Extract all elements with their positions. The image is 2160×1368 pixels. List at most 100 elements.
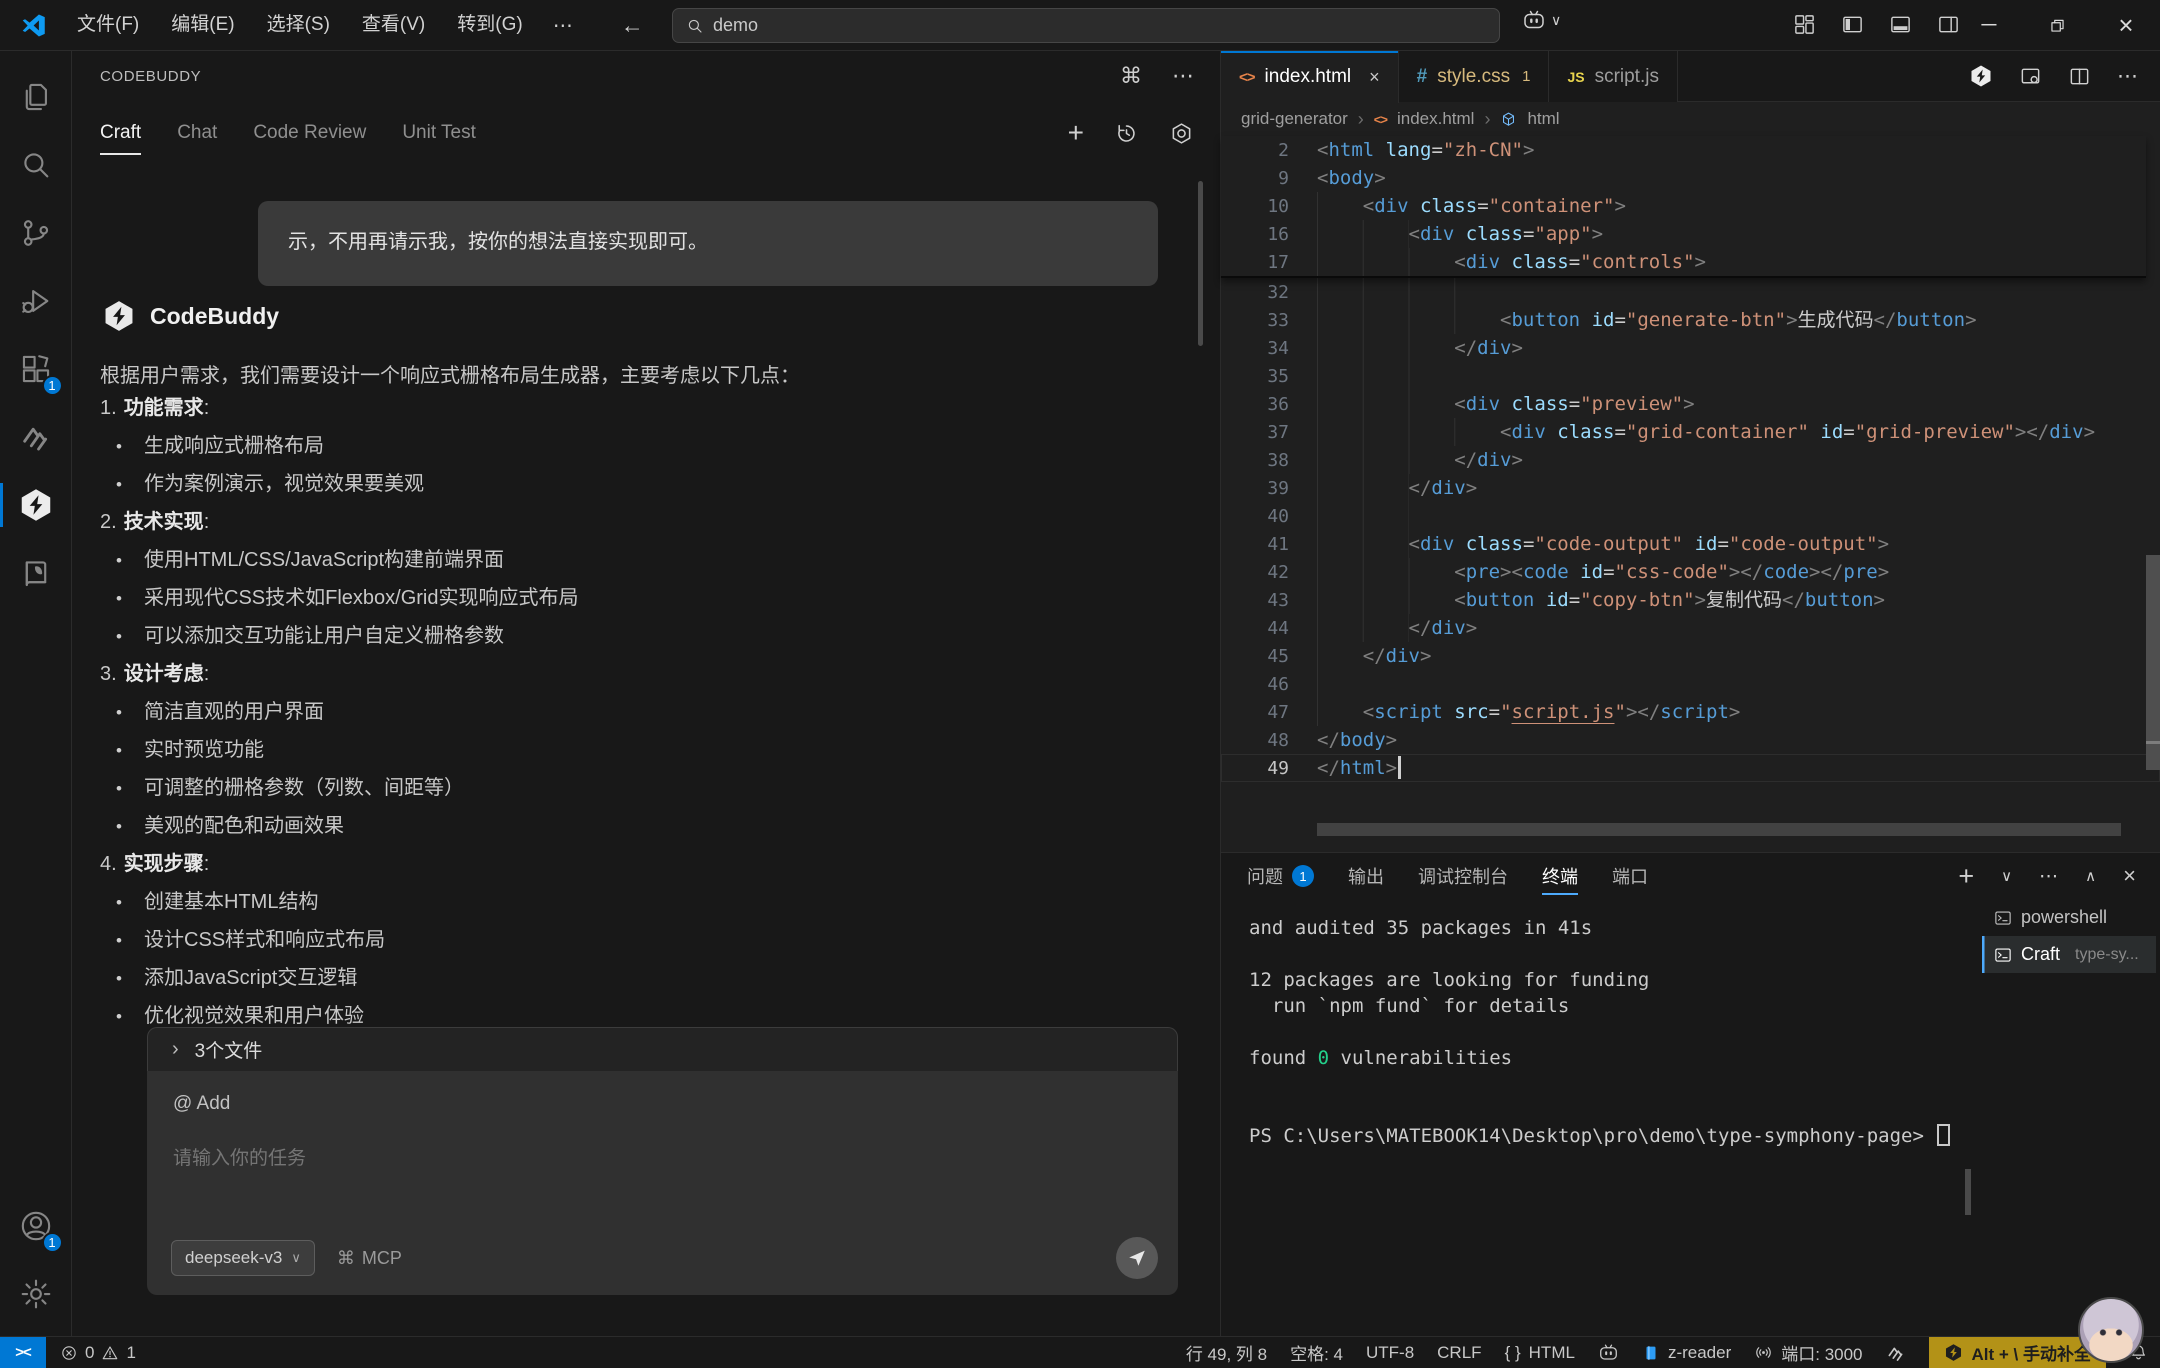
eol-sequence[interactable]: CRLF — [1437, 1343, 1481, 1363]
code-line-38[interactable]: 38</div> — [1221, 446, 2160, 474]
command-center-search[interactable]: demo — [672, 8, 1500, 43]
add-context-button[interactable]: @ Add — [173, 1093, 1152, 1115]
activitybar-codebuddy[interactable] — [0, 471, 72, 539]
tab-craft[interactable]: Craft — [100, 113, 141, 153]
tab-code-review[interactable]: Code Review — [253, 113, 366, 153]
panel-tab-ports[interactable]: 端口 — [1612, 853, 1648, 899]
codebuddy-action-icon[interactable] — [1969, 64, 1993, 88]
chat-scrollbar[interactable] — [1198, 181, 1203, 346]
activitybar-account[interactable]: 1 — [0, 1192, 72, 1260]
terminal-dropdown-icon[interactable]: ∨ — [2001, 867, 2012, 885]
terminal-session-Craft[interactable]: Crafttype-sy... — [1982, 936, 2156, 973]
editor-tab-style-css[interactable]: # style.css 1 — [1399, 51, 1550, 102]
history-icon[interactable] — [1114, 121, 1139, 146]
breadcrumb-file[interactable]: index.html — [1397, 109, 1474, 129]
code-line-44[interactable]: 44</div> — [1221, 614, 2160, 642]
code-line-16[interactable]: 16<div class="app"> — [1221, 220, 2146, 248]
code-line-17[interactable]: 17<div class="controls"> — [1221, 248, 2146, 276]
menu-item-2[interactable]: 选择(S) — [251, 8, 346, 42]
close-panel-icon[interactable]: × — [2123, 863, 2136, 889]
new-chat-icon[interactable]: + — [1068, 117, 1084, 149]
menu-item-1[interactable]: 编辑(E) — [155, 8, 250, 42]
code-line-46[interactable]: 46 — [1221, 670, 2160, 698]
vertical-scrollbar[interactable] — [2146, 555, 2160, 770]
editor-tab-script-js[interactable]: JS script.js — [1549, 51, 1678, 102]
nav-back-button[interactable]: ← — [621, 12, 644, 39]
panel-tab-terminal[interactable]: 终端 — [1542, 853, 1578, 899]
toggle-panel-icon[interactable] — [1889, 13, 1912, 36]
breadcrumb-folder[interactable]: grid-generator — [1241, 109, 1348, 129]
activitybar-source-control[interactable] — [0, 199, 72, 267]
code-line-2[interactable]: 2<html lang="zh-CN"> — [1221, 136, 2146, 164]
activitybar-run-debug[interactable] — [0, 267, 72, 335]
encoding[interactable]: UTF-8 — [1366, 1343, 1414, 1363]
activitybar-cloud-studio[interactable] — [0, 403, 72, 471]
code-line-37[interactable]: 37<div class="grid-container" id="grid-p… — [1221, 418, 2160, 446]
composer-body[interactable]: @ Add 请输入你的任务 deepseek-v3 ∨ ⌘ MCP — [147, 1071, 1178, 1295]
panel-more-icon[interactable]: ⋯ — [2039, 865, 2058, 888]
editor-tab-index-html[interactable]: <> index.html × — [1221, 51, 1399, 103]
assistant-avatar[interactable] — [2078, 1297, 2144, 1363]
terminal-session-powershell[interactable]: powershell — [1982, 899, 2156, 936]
z-reader-status[interactable]: z-reader — [1642, 1343, 1731, 1363]
tab-unit-test[interactable]: Unit Test — [402, 113, 476, 153]
mcp-plug-icon[interactable]: ⌘ — [1120, 63, 1142, 89]
code-line-45[interactable]: 45</div> — [1221, 642, 2160, 670]
code-line-33[interactable]: 33<button id="generate-btn">生成代码</button… — [1221, 306, 2160, 334]
editor-more-icon[interactable]: ⋯ — [2117, 64, 2138, 89]
horizontal-scrollbar[interactable] — [1317, 823, 2121, 836]
menu-item-4[interactable]: 转到(G) — [441, 8, 538, 42]
toggle-sidebar-icon[interactable] — [1841, 13, 1864, 36]
code-line-48[interactable]: 48</body> — [1221, 726, 2160, 754]
code-line-36[interactable]: 36<div class="preview"> — [1221, 390, 2160, 418]
code-line-40[interactable]: 40 — [1221, 502, 2160, 530]
breadcrumb-symbol[interactable]: html — [1527, 109, 1559, 129]
sidebar-more-icon[interactable]: ⋯ — [1172, 63, 1194, 89]
window-restore-button[interactable] — [2025, 0, 2089, 50]
tab-chat[interactable]: Chat — [177, 113, 217, 153]
activitybar-extensions[interactable]: 1 — [0, 335, 72, 403]
ai-assistant-menu[interactable]: ∨ — [1522, 9, 1561, 31]
indentation[interactable]: 空格: 4 — [1290, 1340, 1343, 1365]
language-mode[interactable]: { }HTML — [1505, 1343, 1575, 1363]
attachments-toggle[interactable]: › 3个文件 — [147, 1027, 1178, 1071]
code-line-49[interactable]: 49</html> — [1221, 754, 2160, 782]
close-icon[interactable]: × — [1369, 67, 1380, 88]
menu-more-button[interactable]: ⋯ — [539, 13, 587, 38]
code-line-39[interactable]: 39</div> — [1221, 474, 2160, 502]
code-editor[interactable]: 2<html lang="zh-CN">9<body>10<div class=… — [1221, 136, 2160, 852]
code-line-42[interactable]: 42<pre><code id="css-code"></code></pre> — [1221, 558, 2160, 586]
menu-item-3[interactable]: 查看(V) — [346, 8, 441, 42]
code-line-10[interactable]: 10<div class="container"> — [1221, 192, 2146, 220]
split-editor-icon[interactable] — [2068, 65, 2091, 88]
maximize-panel-icon[interactable]: ∧ — [2085, 867, 2096, 885]
port-status[interactable]: 端口: 3000 — [1754, 1340, 1862, 1365]
task-input[interactable]: 请输入你的任务 — [173, 1143, 1152, 1170]
settings-hex-icon[interactable] — [1169, 121, 1194, 146]
open-preview-icon[interactable] — [2019, 65, 2042, 88]
problems-status[interactable]: 0 1 — [46, 1343, 150, 1363]
panel-tab-problems[interactable]: 问题1 — [1247, 853, 1314, 899]
code-line-32[interactable]: 32 — [1221, 278, 2160, 306]
send-button[interactable] — [1116, 1237, 1158, 1279]
window-minimize-button[interactable]: ─ — [1957, 0, 2021, 50]
panel-tab-output[interactable]: 输出 — [1348, 853, 1384, 899]
cloud-studio-status-icon[interactable] — [1886, 1343, 1906, 1363]
sessions-scrollbar[interactable] — [1965, 1169, 1971, 1215]
mcp-button[interactable]: ⌘ MCP — [337, 1248, 402, 1269]
activitybar-settings[interactable] — [0, 1260, 72, 1328]
code-line-47[interactable]: 47<script src="script.js"></script> — [1221, 698, 2160, 726]
activitybar-explorer[interactable] — [0, 63, 72, 131]
window-close-button[interactable]: × — [2094, 0, 2158, 50]
activitybar-search[interactable] — [0, 131, 72, 199]
code-line-34[interactable]: 34</div> — [1221, 334, 2160, 362]
panel-tab-debug-console[interactable]: 调试控制台 — [1418, 853, 1508, 899]
code-line-35[interactable]: 35 — [1221, 362, 2160, 390]
model-selector[interactable]: deepseek-v3 ∨ — [171, 1240, 315, 1276]
customize-layout-icon[interactable] — [1793, 13, 1816, 36]
new-terminal-icon[interactable]: + — [1958, 861, 1974, 892]
cursor-position[interactable]: 行 49, 列 8 — [1186, 1340, 1267, 1365]
code-line-41[interactable]: 41<div class="code-output" id="code-outp… — [1221, 530, 2160, 558]
robot-status-icon[interactable] — [1598, 1343, 1619, 1362]
code-line-9[interactable]: 9<body> — [1221, 164, 2146, 192]
